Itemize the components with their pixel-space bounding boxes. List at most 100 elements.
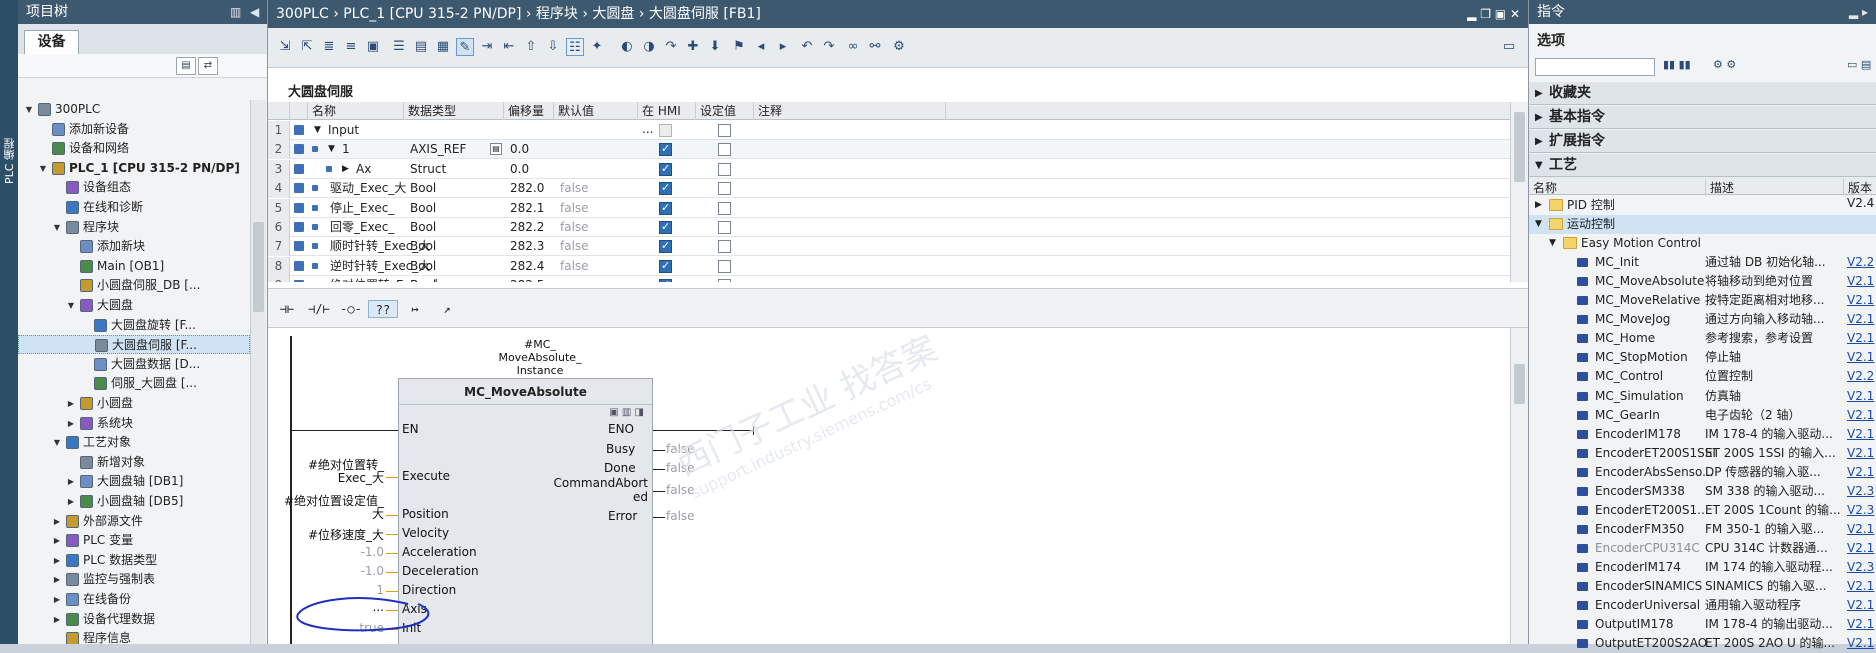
instruction-item[interactable]: MC_MoveJog 通过方向输入移动轴... V2.1 (1529, 310, 1876, 329)
tree-item[interactable]: ▶ 大圆盘轴 [DB1] (18, 472, 250, 491)
tree-item[interactable]: 添加新设备 (18, 120, 250, 139)
grid-icon[interactable]: ▤ (412, 38, 430, 56)
instruction-item[interactable]: ▼ Easy Motion Control (1529, 234, 1876, 253)
collapse-arrow-icon[interactable]: ▼ (66, 296, 76, 315)
hmi-accessible-checkbox[interactable] (659, 239, 672, 254)
setpoint-checkbox[interactable] (718, 240, 731, 254)
interface-row[interactable]: 8 逆时针转_Exec_大 Bool 282.4 false (268, 256, 1510, 276)
monitor-icon[interactable]: ◐ (618, 38, 636, 56)
hmi-accessible-checkbox[interactable] (659, 278, 672, 282)
list-icon[interactable]: ☰ (390, 38, 408, 56)
expand-arrow-icon[interactable]: ▶ (66, 492, 76, 511)
tree-item[interactable]: ▶ 在线备份 (18, 590, 250, 609)
tab-devices[interactable]: 设备 (24, 30, 79, 54)
param-type[interactable]: Bool (406, 218, 436, 237)
favorite-icon[interactable]: ✦ (588, 38, 606, 56)
param-default[interactable] (556, 140, 560, 159)
instruction-version[interactable]: V2.1 (1847, 463, 1874, 482)
expand-arrow-icon[interactable]: ▶ (1535, 196, 1542, 215)
instruction-version[interactable]: V2.1 (1847, 520, 1874, 539)
move-down-icon[interactable]: ⇩ (544, 38, 562, 56)
setpoint-checkbox[interactable] (718, 201, 731, 215)
tree-item[interactable]: ▶ 小圆盘 (18, 394, 250, 413)
overview-icon[interactable]: ☷ (566, 38, 584, 56)
instruction-item[interactable]: EncoderSINAMICS SINAMICS 的输入驱... V2.1 (1529, 577, 1876, 596)
tree-item[interactable]: Main [OB1] (18, 257, 250, 276)
param-default[interactable] (556, 121, 560, 140)
instruction-version[interactable]: V2.1 (1847, 406, 1874, 425)
previous-icon[interactable]: ◂ (752, 38, 770, 56)
expand-arrow-icon[interactable]: ▶ (52, 570, 62, 589)
instruction-version[interactable]: V2.1 (1847, 329, 1874, 348)
hmi-accessible-checkbox[interactable] (659, 181, 672, 196)
insert-network-icon[interactable]: ⇲ (276, 38, 294, 56)
acceleration-default[interactable]: -1.0 (328, 545, 384, 559)
setpoint-checkbox[interactable] (718, 162, 731, 176)
param-default[interactable] (556, 276, 560, 282)
param-offset[interactable]: 0.0 (506, 140, 529, 159)
param-name[interactable]: 驱动_Exec_大 (326, 179, 406, 198)
setpoint-checkbox[interactable] (718, 259, 731, 273)
indent-icon[interactable]: ⇥ (478, 38, 496, 56)
instruction-item[interactable]: MC_Init 通过轴 DB 初始化轴... V2.2 (1529, 253, 1876, 272)
setpoint-checkbox[interactable] (718, 143, 731, 157)
expand-arrow-icon[interactable]: ▶ (52, 551, 62, 570)
param-default[interactable]: false (556, 179, 589, 198)
param-default[interactable]: false (556, 218, 589, 237)
col-offset[interactable]: 偏移量 (504, 102, 554, 120)
collapse-arrow-icon[interactable]: ▼ (24, 100, 34, 119)
coil-icon[interactable]: -○- (336, 300, 366, 318)
expand-arrow-icon[interactable]: ▶ (52, 531, 62, 550)
instruction-item[interactable]: ▶ PID 控制 (1529, 196, 1876, 215)
scroll-thumb[interactable] (1514, 364, 1525, 404)
instruction-item[interactable]: EncoderET200S1SSI ET 200S 1SSI 的输入... V2.1 (1529, 444, 1876, 463)
interface-row[interactable]: 5 停止_Exec_ Bool 282.1 false (268, 198, 1510, 218)
expand-arrow-icon[interactable]: ▶ (52, 590, 62, 609)
param-offset[interactable] (506, 121, 510, 140)
instance-db-label[interactable]: #MC_ MoveAbsolute_ Instance (480, 338, 600, 377)
collapse-arrow-icon[interactable]: ▼ (52, 433, 62, 452)
instruction-item[interactable]: EncoderUniversal 通用输入驱动程序 V2.1 (1529, 596, 1876, 615)
col-name[interactable]: 名称 (308, 102, 404, 120)
instruction-version[interactable]: V2.3 (1847, 558, 1874, 577)
next-icon[interactable]: ▸ (774, 38, 792, 56)
panel-controls[interactable]: ▂ ▸ (1849, 0, 1868, 24)
expand-arrow-icon[interactable]: ▶ (52, 610, 62, 629)
type-picker-icon[interactable]: ▤ (490, 143, 502, 156)
instruction-version[interactable]: V2.1 (1847, 348, 1874, 367)
param-offset[interactable]: 0.0 (506, 160, 529, 179)
navigation-icon[interactable]: ✚ (684, 38, 702, 56)
tree-item[interactable]: ▼ 大圆盘 (18, 296, 250, 315)
link-icon[interactable]: ⚯ (866, 38, 884, 56)
param-name[interactable]: 回零_Exec_ (326, 218, 394, 237)
settings-icon[interactable]: ⚙ (890, 38, 908, 56)
interface-row[interactable]: 3 ▶ Ax Struct 0.0 (268, 159, 1510, 179)
instruction-version[interactable]: V2.3 (1847, 501, 1874, 520)
param-default[interactable]: false (556, 237, 589, 256)
instruction-version[interactable]: V2.1 (1847, 425, 1874, 444)
execute-operand[interactable]: #绝对位置转_ Exec_大 (308, 459, 384, 485)
bookmark-icon[interactable]: ⚑ (730, 38, 748, 56)
tree-item[interactable]: 小圆盘伺服_DB [... (18, 276, 250, 295)
param-type[interactable] (406, 121, 410, 140)
tree-item[interactable]: 设备和网络 (18, 139, 250, 158)
expand-arrow-icon[interactable]: ▶ (66, 472, 76, 491)
options-search-input[interactable] (1535, 58, 1655, 76)
tree-item[interactable]: ▼ 工艺对象 (18, 433, 250, 452)
collapse-arrow-icon[interactable]: ▼ (324, 140, 335, 159)
setpoint-checkbox[interactable] (718, 124, 731, 137)
nc-contact-icon[interactable]: ⊣/⊢ (304, 300, 334, 318)
add-row-icon[interactable]: ≡ (342, 38, 360, 56)
deceleration-default[interactable]: -1.0 (328, 564, 384, 578)
empty-box-icon[interactable]: ?? (368, 300, 398, 318)
block-icon[interactable]: ▣ (364, 38, 382, 56)
tree-item[interactable]: ▼ 程序块 (18, 218, 250, 237)
instruction-item[interactable]: OutputIM178 IM 178-4 的输出驱动... V2.1 (1529, 615, 1876, 634)
instruction-version[interactable]: V2.1 (1847, 291, 1874, 310)
window-controls[interactable]: ▂ ❐ ▣ ✕ (1467, 0, 1520, 28)
collapse-left-icon[interactable]: ◀ (250, 0, 259, 24)
project-tree-scrollbar[interactable] (250, 100, 266, 644)
param-default[interactable]: false (556, 257, 589, 276)
instruction-version[interactable]: V2.1 (1847, 272, 1874, 291)
hmi-accessible-checkbox[interactable] (659, 142, 672, 157)
